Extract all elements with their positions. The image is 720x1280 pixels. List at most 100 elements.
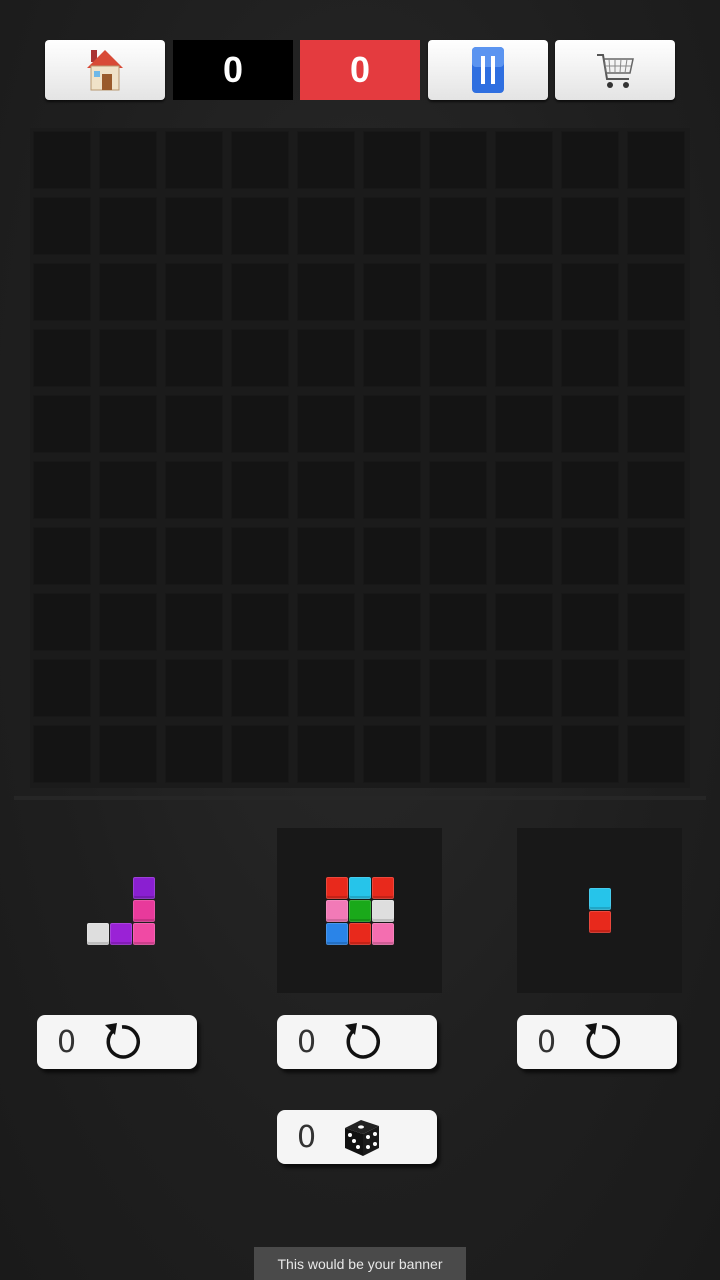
piece-slot-3[interactable] xyxy=(517,828,682,993)
board-cell[interactable] xyxy=(297,197,355,255)
board-cell[interactable] xyxy=(627,263,685,321)
board-cell[interactable] xyxy=(33,659,91,717)
board-cell[interactable] xyxy=(165,527,223,585)
board-cell[interactable] xyxy=(99,461,157,519)
board-cell[interactable] xyxy=(495,725,553,783)
board-cell[interactable] xyxy=(99,329,157,387)
board-cell[interactable] xyxy=(99,197,157,255)
board-cell[interactable] xyxy=(561,593,619,651)
board-cell[interactable] xyxy=(429,329,487,387)
board-cell[interactable] xyxy=(99,725,157,783)
board-cell[interactable] xyxy=(33,263,91,321)
board-cell[interactable] xyxy=(561,527,619,585)
board-cell[interactable] xyxy=(99,131,157,189)
board-cell[interactable] xyxy=(627,593,685,651)
board-cell[interactable] xyxy=(363,659,421,717)
rotate-button-2[interactable]: 0 xyxy=(277,1015,437,1069)
board-cell[interactable] xyxy=(165,395,223,453)
board-cell[interactable] xyxy=(627,527,685,585)
piece-slot-1[interactable] xyxy=(38,828,203,993)
rotate-button-1[interactable]: 0 xyxy=(37,1015,197,1069)
board-cell[interactable] xyxy=(99,659,157,717)
board-cell[interactable] xyxy=(297,131,355,189)
board-cell[interactable] xyxy=(231,659,289,717)
board-cell[interactable] xyxy=(165,131,223,189)
board-cell[interactable] xyxy=(429,527,487,585)
board-cell[interactable] xyxy=(561,725,619,783)
piece-slot-2[interactable] xyxy=(277,828,442,993)
board-cell[interactable] xyxy=(561,329,619,387)
shuffle-dice-button[interactable]: 0 xyxy=(277,1110,437,1164)
board-cell[interactable] xyxy=(495,593,553,651)
board-cell[interactable] xyxy=(627,395,685,453)
board-cell[interactable] xyxy=(429,725,487,783)
board-cell[interactable] xyxy=(99,395,157,453)
board-cell[interactable] xyxy=(297,659,355,717)
board-cell[interactable] xyxy=(297,527,355,585)
board-cell[interactable] xyxy=(297,725,355,783)
board-cell[interactable] xyxy=(495,329,553,387)
board-cell[interactable] xyxy=(165,263,223,321)
board-cell[interactable] xyxy=(429,593,487,651)
board-cell[interactable] xyxy=(561,131,619,189)
board-cell[interactable] xyxy=(33,131,91,189)
board-cell[interactable] xyxy=(561,659,619,717)
board-cell[interactable] xyxy=(297,395,355,453)
board-cell[interactable] xyxy=(33,593,91,651)
board-cell[interactable] xyxy=(429,131,487,189)
board-cell[interactable] xyxy=(231,395,289,453)
board-cell[interactable] xyxy=(495,659,553,717)
board-cell[interactable] xyxy=(231,131,289,189)
board-cell[interactable] xyxy=(561,461,619,519)
board-cell[interactable] xyxy=(495,263,553,321)
board-cell[interactable] xyxy=(33,329,91,387)
board-cell[interactable] xyxy=(363,329,421,387)
board-cell[interactable] xyxy=(165,659,223,717)
board-cell[interactable] xyxy=(297,461,355,519)
board-cell[interactable] xyxy=(231,329,289,387)
board-cell[interactable] xyxy=(627,197,685,255)
board-cell[interactable] xyxy=(495,131,553,189)
board-cell[interactable] xyxy=(99,263,157,321)
board-cell[interactable] xyxy=(363,131,421,189)
board-cell[interactable] xyxy=(99,527,157,585)
board-cell[interactable] xyxy=(165,197,223,255)
board-cell[interactable] xyxy=(363,197,421,255)
board-cell[interactable] xyxy=(231,725,289,783)
board-cell[interactable] xyxy=(363,725,421,783)
board-cell[interactable] xyxy=(363,395,421,453)
board-cell[interactable] xyxy=(627,131,685,189)
board-cell[interactable] xyxy=(429,659,487,717)
board-cell[interactable] xyxy=(33,461,91,519)
board-cell[interactable] xyxy=(495,197,553,255)
shop-button[interactable] xyxy=(555,40,675,100)
board-cell[interactable] xyxy=(297,593,355,651)
board-cell[interactable] xyxy=(231,197,289,255)
board-cell[interactable] xyxy=(297,263,355,321)
board-cell[interactable] xyxy=(561,263,619,321)
board-cell[interactable] xyxy=(627,659,685,717)
board-cell[interactable] xyxy=(231,263,289,321)
board-cell[interactable] xyxy=(429,263,487,321)
game-board[interactable] xyxy=(30,128,690,788)
board-cell[interactable] xyxy=(429,395,487,453)
board-cell[interactable] xyxy=(231,461,289,519)
board-cell[interactable] xyxy=(363,263,421,321)
board-cell[interactable] xyxy=(231,527,289,585)
board-cell[interactable] xyxy=(165,329,223,387)
board-cell[interactable] xyxy=(627,725,685,783)
board-cell[interactable] xyxy=(627,461,685,519)
board-cell[interactable] xyxy=(297,329,355,387)
board-cell[interactable] xyxy=(165,593,223,651)
board-cell[interactable] xyxy=(363,461,421,519)
board-cell[interactable] xyxy=(561,197,619,255)
board-cell[interactable] xyxy=(363,593,421,651)
board-cell[interactable] xyxy=(495,527,553,585)
board-cell[interactable] xyxy=(495,395,553,453)
board-cell[interactable] xyxy=(33,197,91,255)
home-button[interactable] xyxy=(45,40,165,100)
board-cell[interactable] xyxy=(33,527,91,585)
board-cell[interactable] xyxy=(561,395,619,453)
board-cell[interactable] xyxy=(165,725,223,783)
pause-button[interactable] xyxy=(428,40,548,100)
